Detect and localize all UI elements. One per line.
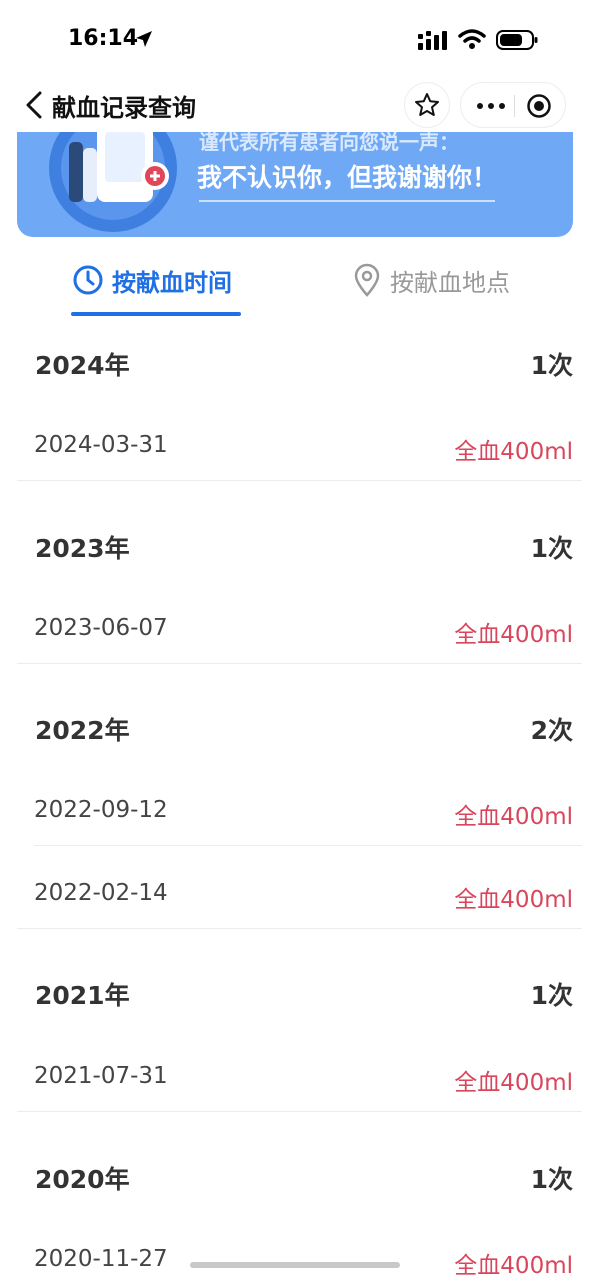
capsule-divider — [514, 95, 515, 117]
year-header: 2020年 1次 — [0, 1160, 590, 1200]
year-header: 2021年 1次 — [0, 976, 590, 1016]
record-type: 全血400ml — [454, 622, 573, 648]
year-count: 1次 — [530, 534, 573, 563]
year-header: 2022年 2次 — [0, 711, 590, 751]
year-header: 2024年 1次 — [0, 346, 590, 386]
record-date: 2020-11-27 — [34, 1246, 168, 1272]
record-row[interactable]: 2021-07-31 全血400ml — [0, 1063, 590, 1103]
donor-thanks-banner: 谨代表所有患者向您说一声： 我不认识你，但我谢谢你！ — [17, 132, 573, 237]
year-label: 2021年 — [35, 981, 130, 1010]
status-time: 16:14 — [68, 26, 139, 51]
year-header: 2023年 1次 — [0, 529, 590, 569]
record-date: 2021-07-31 — [34, 1063, 168, 1089]
battery-icon — [496, 30, 538, 50]
record-type: 全血400ml — [454, 887, 573, 913]
banner-text-line2: 我不认识你，但我谢谢你！ — [197, 163, 498, 192]
more-dots-icon[interactable] — [475, 97, 507, 115]
home-indicator[interactable] — [190, 1262, 400, 1268]
year-count: 1次 — [530, 981, 573, 1010]
year-label: 2020年 — [35, 1165, 130, 1194]
record-date: 2023-06-07 — [34, 615, 168, 641]
mini-program-capsule — [460, 82, 566, 128]
back-chevron-icon[interactable] — [22, 90, 48, 120]
year-count: 2次 — [530, 716, 573, 745]
map-pin-icon — [354, 263, 380, 297]
section-divider — [17, 1111, 582, 1112]
record-date: 2022-02-14 — [34, 880, 168, 906]
status-bar: 16:14 — [0, 0, 590, 80]
year-label: 2023年 — [35, 534, 130, 563]
year-label: 2022年 — [35, 716, 130, 745]
year-label: 2024年 — [35, 351, 130, 380]
record-type: 全血400ml — [454, 1070, 573, 1096]
banner-underline — [199, 200, 495, 202]
location-arrow-icon — [136, 31, 152, 47]
record-date: 2024-03-31 — [34, 432, 168, 458]
year-count: 1次 — [530, 1165, 573, 1194]
clock-icon — [73, 265, 103, 295]
nav-bar: 献血记录查询 — [0, 80, 590, 132]
section-divider — [17, 928, 582, 929]
doctor-illustration-icon — [49, 132, 177, 232]
banner-text-line1: 谨代表所有患者向您说一声： — [199, 132, 459, 154]
record-type: 全血400ml — [454, 439, 573, 465]
record-row[interactable]: 2024-03-31 全血400ml — [0, 432, 590, 472]
tab-by-place[interactable]: 按献血地点 — [352, 260, 510, 300]
star-icon — [415, 93, 439, 116]
close-target-icon[interactable] — [526, 93, 552, 119]
record-row[interactable]: 2023-06-07 全血400ml — [0, 615, 590, 655]
record-row[interactable]: 2022-09-12 全血400ml — [0, 797, 590, 837]
tab-by-place-label: 按献血地点 — [390, 268, 510, 297]
year-count: 1次 — [530, 351, 573, 380]
active-tab-indicator — [71, 312, 241, 316]
cellular-signal-icon — [418, 31, 447, 50]
filter-tabs: 按献血时间 按献血地点 — [0, 248, 590, 318]
favorite-button[interactable] — [404, 82, 450, 128]
row-divider — [34, 845, 582, 846]
record-row[interactable]: 2022-02-14 全血400ml — [0, 880, 590, 920]
tab-by-time-label: 按献血时间 — [112, 268, 232, 297]
record-date: 2022-09-12 — [34, 797, 168, 823]
record-type: 全血400ml — [454, 804, 573, 830]
tab-by-time[interactable]: 按献血时间 — [72, 260, 232, 300]
wifi-icon — [458, 29, 486, 49]
page-title: 献血记录查询 — [52, 94, 196, 122]
section-divider — [17, 480, 582, 481]
record-type: 全血400ml — [454, 1253, 573, 1279]
section-divider — [17, 663, 582, 664]
